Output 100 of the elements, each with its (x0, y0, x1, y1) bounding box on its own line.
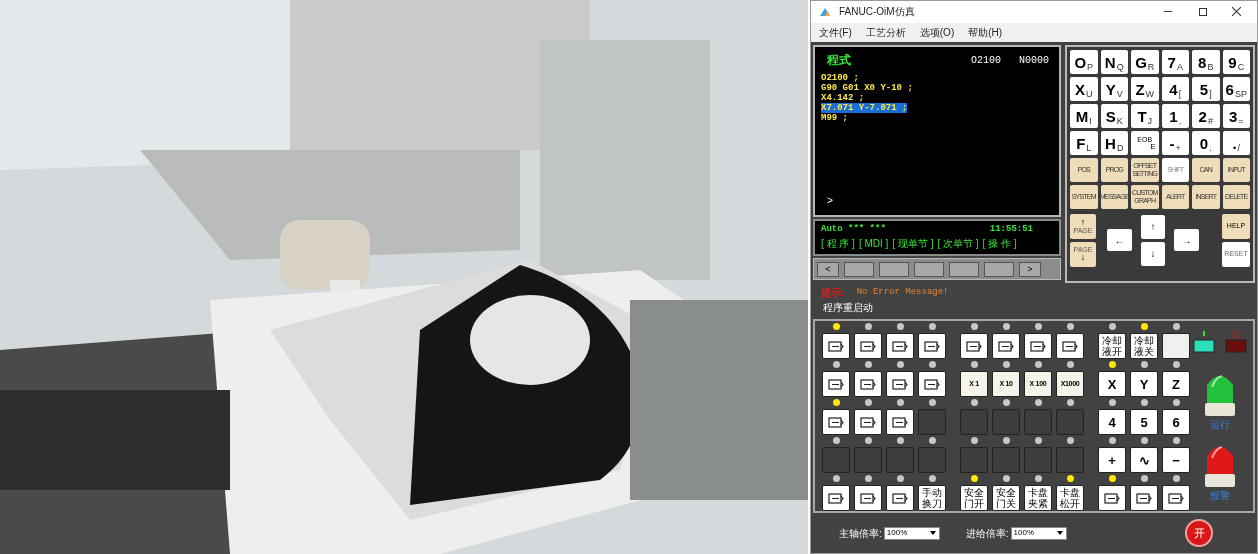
panel-button[interactable]: 安全门关 (992, 485, 1020, 512)
softkey-button[interactable] (949, 262, 979, 277)
panel-button[interactable] (1162, 485, 1190, 512)
panel-button[interactable]: − (1162, 447, 1190, 474)
status-text: 程序重启动 (823, 301, 873, 316)
keypad-key[interactable]: -+ (1161, 131, 1189, 156)
close-icon[interactable] (1232, 7, 1241, 17)
clock-time: 11:55:51 (989, 223, 1033, 237)
sequence-number: N0000 (1019, 54, 1049, 68)
panel-symbol-icon (892, 493, 908, 504)
panel-button[interactable]: 手动换刀 (918, 485, 946, 512)
cursor-left-key[interactable]: ← (1107, 229, 1132, 252)
panel-button[interactable] (886, 333, 914, 360)
softkey-label: [ 次单节 ] (937, 238, 979, 250)
message-label: 提示: (821, 286, 845, 300)
softkey-button[interactable] (879, 262, 909, 277)
beacon-label: 运行 (1210, 418, 1230, 433)
panel-button[interactable] (960, 333, 988, 360)
panel-button[interactable]: 5 (1130, 409, 1158, 436)
softkey-button[interactable] (984, 262, 1014, 277)
panel-symbol-icon (966, 341, 982, 352)
panel-button[interactable]: X (1098, 371, 1126, 398)
scroll-left-button[interactable]: < (817, 262, 839, 277)
panel-symbol-icon (1062, 341, 1078, 352)
menu-item[interactable]: 工艺分析 (865, 25, 906, 41)
softkey-label: [ MDI ] (858, 238, 889, 250)
keypad-key[interactable]: 5] (1192, 77, 1220, 102)
program-line: X4.142 ; (821, 93, 865, 104)
panel-symbol-icon (828, 341, 844, 352)
panel-button[interactable]: 6 (1162, 409, 1190, 436)
override-dropdown[interactable]: 100% (1010, 526, 1067, 540)
panel-symbol-icon (924, 379, 940, 390)
menu-item[interactable]: 选项(O) (919, 25, 955, 41)
panel-button[interactable]: 卡盘夹紧 (1024, 485, 1052, 512)
panel-button[interactable] (822, 333, 850, 360)
power-button[interactable]: 开 (1185, 519, 1213, 548)
panel-button[interactable] (1130, 485, 1158, 512)
panel-button[interactable] (886, 485, 914, 512)
maximize-icon[interactable] (1199, 7, 1207, 16)
window-title: FANUC-OiM仿真 (839, 5, 915, 20)
panel-button[interactable]: 冷却液开 (1098, 333, 1126, 360)
status-light-icon (1225, 331, 1247, 354)
minimize-icon[interactable] (1164, 11, 1172, 13)
panel-button[interactable] (918, 333, 946, 360)
keypad-key[interactable]: 1, (1161, 104, 1189, 129)
program-line: M99 ; (821, 113, 848, 124)
cursor-right-key[interactable]: → (1174, 229, 1199, 252)
panel-button[interactable] (822, 371, 850, 398)
panel-symbol-icon (1030, 341, 1046, 352)
panel-button[interactable] (992, 333, 1020, 360)
panel-button[interactable] (1024, 333, 1052, 360)
keypad-key[interactable]: ./ (1222, 131, 1250, 156)
panel-button[interactable]: ∿ (1130, 447, 1158, 474)
screen-mode: 程式 (827, 52, 851, 70)
menu-item[interactable]: 文件(F) (819, 25, 852, 41)
panel-button[interactable]: 卡盘松开 (1056, 485, 1084, 512)
panel-button[interactable] (1162, 333, 1190, 360)
panel-symbol-icon (828, 493, 844, 504)
panel-button[interactable] (822, 485, 850, 512)
softkey-label: [ 程 序 ] (821, 238, 855, 250)
panel-button[interactable] (1056, 333, 1084, 360)
keypad-key[interactable]: 2# (1192, 104, 1220, 129)
keypad-key[interactable]: 3= (1222, 104, 1250, 129)
panel-button[interactable] (886, 409, 914, 436)
panel-symbol-icon (828, 417, 844, 428)
menu-item[interactable]: 帮助(H) (968, 25, 1003, 41)
panel-button[interactable]: Z (1162, 371, 1190, 398)
panel-button[interactable]: + (1098, 447, 1126, 474)
keypad-key[interactable]: 4[ (1161, 77, 1189, 102)
cursor-up-key[interactable]: ↑ (1141, 215, 1165, 239)
panel-symbol-icon (860, 493, 876, 504)
panel-button[interactable] (854, 371, 882, 398)
softkey-button[interactable] (914, 262, 944, 277)
panel-button[interactable]: 4 (1098, 409, 1126, 436)
cursor-down-key[interactable]: ↓ (1141, 242, 1165, 266)
message-text: No Error Message! (856, 285, 949, 299)
keypad-key[interactable]: 0. (1192, 131, 1220, 156)
panel-button[interactable] (854, 409, 882, 436)
panel-button[interactable] (854, 485, 882, 512)
panel-button[interactable] (822, 409, 850, 436)
panel-symbol-icon (892, 341, 908, 352)
panel-symbol-icon (892, 379, 908, 390)
run-status: Auto *** *** (821, 223, 886, 237)
override-label: 进给倍率: (965, 526, 1009, 541)
panel-symbol-icon (1104, 493, 1120, 504)
override-dropdown[interactable]: 100% (883, 526, 940, 540)
panel-button[interactable] (1098, 485, 1126, 512)
panel-button[interactable] (886, 371, 914, 398)
panel-button[interactable]: 安全门开 (960, 485, 988, 512)
panel-symbol-icon (1168, 493, 1184, 504)
scroll-right-button[interactable]: > (1019, 262, 1041, 277)
panel-symbol-icon (1136, 493, 1152, 504)
panel-symbol-icon (860, 417, 876, 428)
panel-button[interactable]: Y (1130, 371, 1158, 398)
panel-symbol-icon (924, 341, 940, 352)
panel-symbol-icon (860, 379, 876, 390)
panel-button[interactable]: 冷却液关 (1130, 333, 1158, 360)
panel-button[interactable] (854, 333, 882, 360)
softkey-button[interactable] (844, 262, 874, 277)
panel-button[interactable] (918, 371, 946, 398)
